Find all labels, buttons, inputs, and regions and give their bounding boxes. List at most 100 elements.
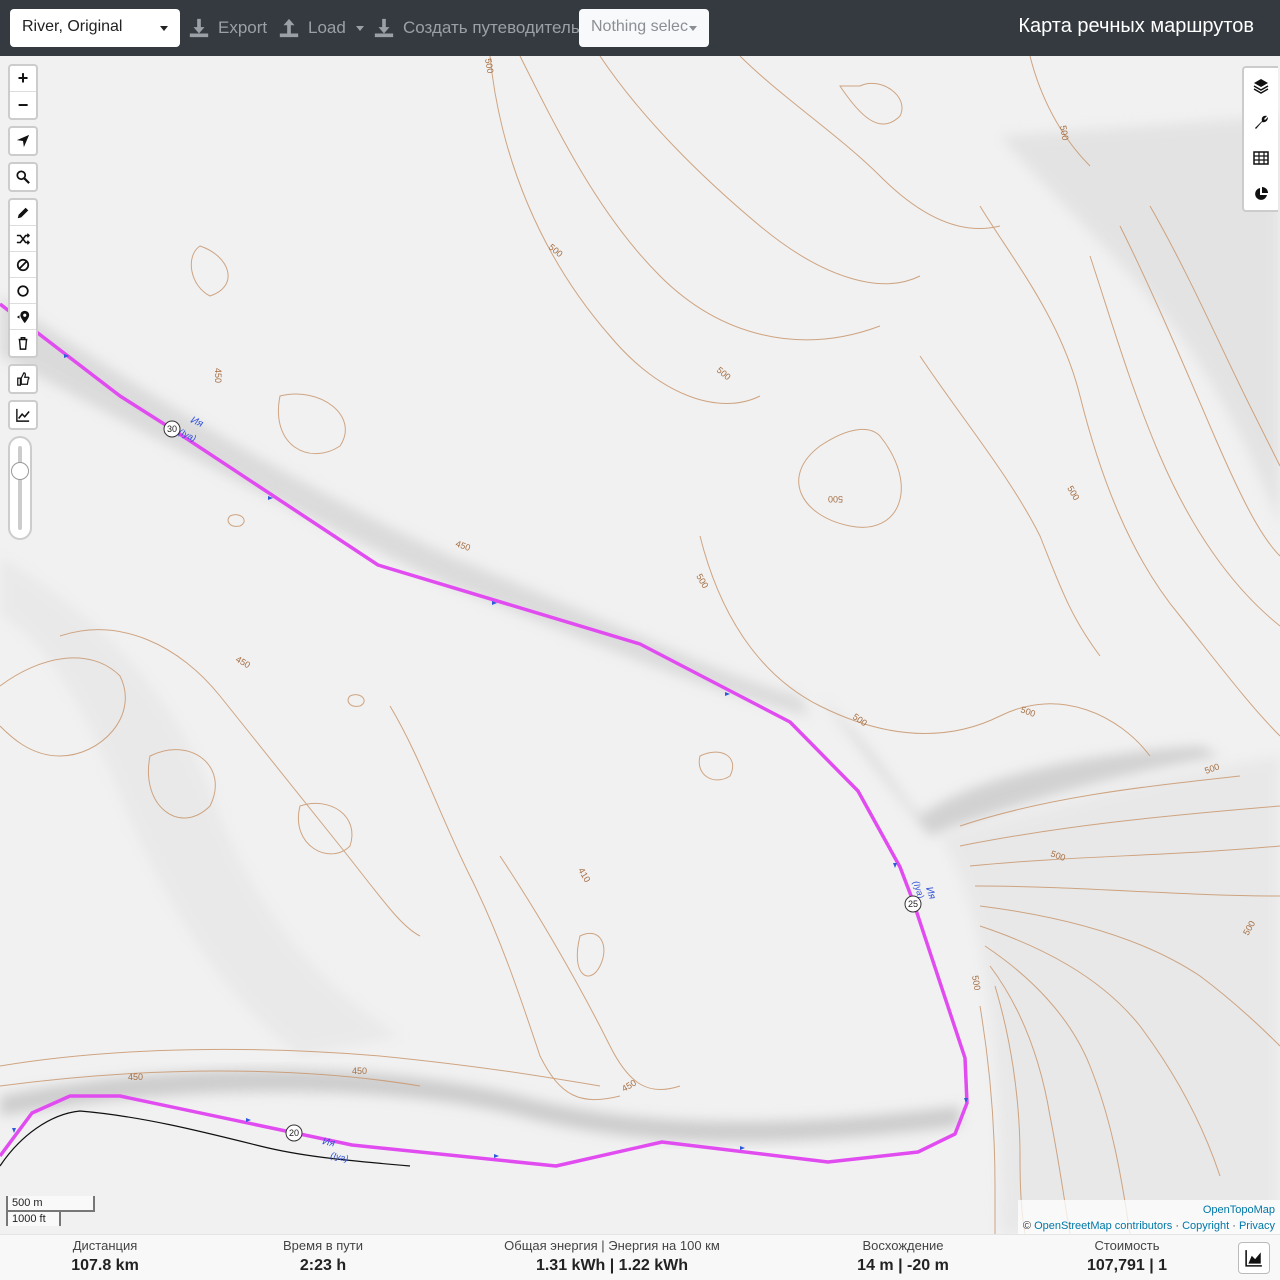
pie-chart-icon	[1255, 187, 1268, 200]
zoom-out-button[interactable]: −	[10, 92, 36, 118]
chevron-down-icon	[689, 26, 697, 31]
guide-select-value: Nothing selec	[591, 18, 688, 35]
river-labels: Ия (Iya) Ия (Iya) Ия (Iya)	[177, 415, 938, 1164]
load-button[interactable]: Load	[278, 14, 364, 42]
privacy-link[interactable]: Privacy	[1239, 1220, 1275, 1232]
contour-label: 500	[715, 365, 733, 382]
stat-label: Время в пути	[283, 1238, 363, 1253]
zoom-in-button[interactable]: +	[10, 66, 36, 92]
create-guide-button[interactable]: Создать путеводитель	[373, 14, 580, 42]
layers-button[interactable]	[1244, 68, 1278, 104]
edit-toolbar	[8, 198, 38, 358]
chevron-down-icon	[160, 26, 168, 31]
hillshade	[0, 116, 1280, 1234]
reverse-route-button[interactable]	[10, 226, 36, 252]
km-marker-label: 20	[289, 1128, 299, 1138]
shuffle-icon	[16, 232, 30, 245]
profile-select[interactable]: River, Original	[10, 9, 180, 47]
upload-icon	[279, 18, 299, 38]
export-label: Export	[218, 18, 268, 37]
wrench-icon	[1255, 115, 1268, 129]
contour-label: 500	[828, 494, 843, 504]
contour-label: 500	[1019, 704, 1037, 719]
opacity-slider[interactable]	[8, 436, 32, 540]
create-guide-label: Создать путеводитель	[403, 18, 580, 37]
arrow-icon	[893, 863, 897, 868]
contour-label: 500	[483, 58, 495, 75]
attribution: OpenTopoMap © OpenStreetMap contributors…	[1017, 1200, 1280, 1234]
stat-label: Общая энергия | Энергия на 100 км	[504, 1238, 720, 1253]
analysis-button[interactable]	[1244, 176, 1278, 212]
slider-track	[18, 446, 22, 530]
stat-label: Дистанция	[72, 1238, 138, 1253]
circle-icon	[17, 284, 29, 297]
slider-handle[interactable]	[11, 462, 29, 480]
arrow-icon	[12, 1128, 16, 1133]
contour-label: 450	[213, 368, 223, 383]
no-go-area-button[interactable]	[10, 252, 36, 278]
export-button[interactable]: Export	[188, 14, 267, 42]
separator: ·	[1232, 1220, 1236, 1232]
contour-label: 500	[851, 711, 869, 728]
search-button[interactable]	[10, 164, 36, 190]
toggle-chart-button[interactable]	[1238, 1242, 1270, 1274]
copyright-symbol: ©	[1022, 1220, 1032, 1232]
download-icon	[189, 18, 209, 38]
km-marker-label: 25	[908, 899, 918, 909]
scale-imperial: 1000 ft	[6, 1210, 61, 1226]
pencil-icon	[17, 207, 29, 218]
map-view[interactable]: 500 500 500 500 500 500 500 500 500 500 …	[0, 56, 1280, 1234]
feedback-button[interactable]	[10, 366, 36, 392]
contour-label: 500	[970, 975, 982, 992]
delete-route-button[interactable]	[10, 330, 36, 356]
poi-button[interactable]	[10, 304, 36, 330]
stat-value: 14 m | -20 m	[857, 1257, 949, 1274]
download-icon	[374, 18, 394, 38]
load-label: Load	[308, 18, 346, 37]
stat-value: 107.8 km	[71, 1257, 139, 1274]
profile-select-value: River, Original	[22, 18, 123, 35]
trash-icon	[18, 337, 28, 350]
thumbs-up-icon	[17, 372, 30, 386]
guide-select[interactable]: Nothing selec	[579, 9, 709, 47]
draw-route-button[interactable]	[10, 200, 36, 226]
location-arrow-icon	[16, 134, 30, 148]
stat-energy: Общая энергия | Энергия на 100 км 1.31 k…	[482, 1237, 742, 1277]
contour-label: 450	[454, 538, 472, 553]
opentopomap-link[interactable]: OpenTopoMap	[1203, 1204, 1275, 1216]
contour-label: 500	[547, 242, 565, 259]
copyright-link[interactable]: Copyright	[1182, 1220, 1229, 1232]
search-icon	[16, 170, 30, 184]
circle-tool-button[interactable]	[10, 278, 36, 304]
river-name-latin: (Iya)	[330, 1150, 350, 1164]
chevron-down-icon	[355, 25, 364, 31]
contour-label: 500	[1065, 484, 1081, 502]
arrow-icon	[740, 1146, 745, 1150]
scale-control: 500 m 1000 ft	[6, 1196, 95, 1226]
area-chart-icon	[1245, 1250, 1262, 1267]
contour-label: 450	[128, 1072, 143, 1082]
right-control-panel	[1242, 66, 1278, 212]
map-marker-icon	[16, 310, 30, 323]
stat-value: 1.31 kWh | 1.22 kWh	[535, 1257, 689, 1274]
stat-label: Стоимость	[1094, 1238, 1160, 1253]
contour-label: 450	[234, 654, 252, 670]
layers-icon	[1253, 79, 1269, 94]
locate-button[interactable]	[10, 128, 36, 154]
feedback-control	[8, 364, 38, 394]
stat-value: 2:23 h	[299, 1257, 347, 1274]
elevation-profile-button[interactable]	[10, 402, 36, 428]
table-button[interactable]	[1244, 140, 1278, 176]
terrain-layer: 500 500 500 500 500 500 500 500 500 500 …	[0, 56, 1280, 1234]
osm-link[interactable]: OpenStreetMap contributors	[1034, 1220, 1172, 1232]
stat-time: Время в пути 2:23 h	[258, 1237, 388, 1277]
river-name: Ия	[321, 1136, 336, 1149]
elevation-control	[8, 400, 38, 430]
ban-icon	[16, 258, 30, 271]
zoom-control: + −	[8, 64, 38, 120]
settings-button[interactable]	[1244, 104, 1278, 140]
stat-value: 107,791 | 1	[1086, 1257, 1168, 1274]
arrow-icon	[494, 1154, 499, 1158]
stat-cost: Стоимость 107,791 | 1	[1062, 1237, 1192, 1277]
search-control	[8, 162, 38, 192]
